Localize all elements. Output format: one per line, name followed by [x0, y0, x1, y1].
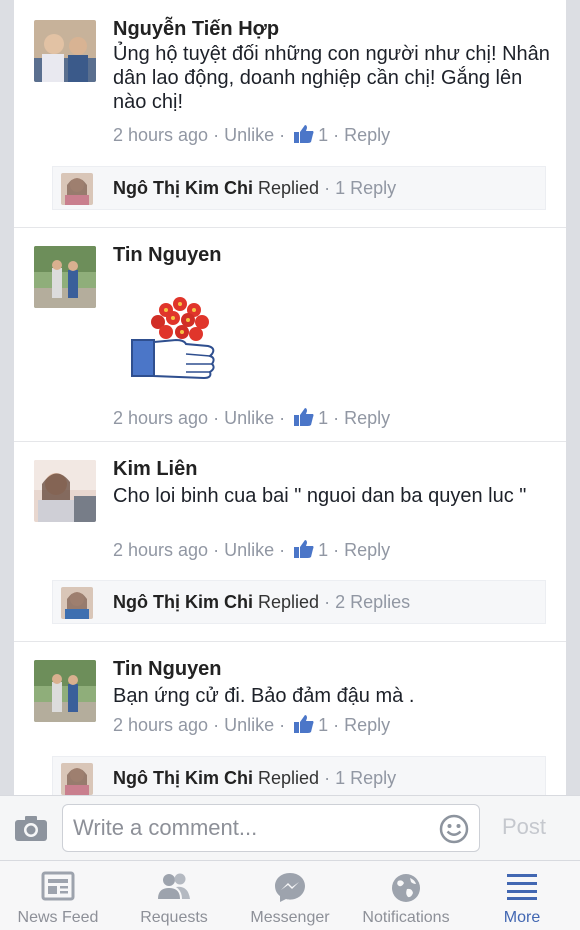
smiley-icon[interactable]: [439, 814, 469, 844]
comment-input[interactable]: [73, 813, 433, 843]
replies-summary: Ngô Thị Kim Chi Replied · 1 Reply: [113, 768, 397, 788]
right-gutter: [566, 0, 580, 795]
comment-input-box[interactable]: [62, 804, 480, 852]
like-count[interactable]: 1: [318, 540, 328, 560]
comment-time: 2 hours ago: [113, 125, 209, 145]
avatar: [61, 173, 93, 205]
reply-link[interactable]: Reply: [344, 125, 390, 145]
tab-notifications[interactable]: Notifications: [348, 861, 464, 930]
comment-text: Ủng hộ tuyệt đối những con người như chị…: [113, 43, 550, 113]
messenger-icon: [275, 873, 305, 902]
tab-label: News Feed: [17, 909, 99, 926]
replies-preview[interactable]: Ngô Thị Kim Chi Replied · 1 Reply: [52, 166, 546, 210]
thumbs-up-icon: [294, 408, 314, 426]
comment-item: Kim Liên Cho loi binh cua bai " nguoi da…: [14, 442, 566, 642]
menu-icon: [507, 874, 537, 900]
unlike-link[interactable]: Unlike: [224, 125, 274, 145]
tab-messenger[interactable]: Messenger: [232, 861, 348, 930]
comment-meta: 2 hours ago · Unlike · 1 · Reply: [113, 408, 391, 428]
unlike-link[interactable]: Unlike: [224, 715, 274, 735]
tab-news-feed[interactable]: News Feed: [0, 861, 116, 930]
comment-text: Cho loi binh cua bai " nguoi dan ba quye…: [113, 485, 527, 507]
tab-label: Messenger: [250, 909, 330, 926]
unlike-link[interactable]: Unlike: [224, 408, 274, 428]
comment-meta: 2 hours ago · Unlike · 1 · Reply: [113, 715, 391, 735]
replied-label: Replied: [258, 178, 320, 198]
tab-requests[interactable]: Requests: [116, 861, 232, 930]
replies-summary: Ngô Thị Kim Chi Replied · 1 Reply: [113, 178, 397, 198]
reply-count[interactable]: 1 Reply: [335, 178, 396, 198]
unlike-link[interactable]: Unlike: [224, 540, 274, 560]
like-count[interactable]: 1: [318, 408, 328, 428]
comment-author[interactable]: Tin Nguyen: [113, 658, 222, 681]
replied-label: Replied: [258, 768, 320, 788]
comment-composer: Post: [0, 795, 580, 860]
reply-link[interactable]: Reply: [344, 715, 390, 735]
reply-count[interactable]: 1 Reply: [335, 768, 396, 788]
avatar: [61, 763, 93, 795]
avatar[interactable]: [34, 660, 96, 722]
comment-text: Bạn ứng cử đi. Bảo đảm đậu mà .: [113, 685, 415, 707]
reply-author[interactable]: Ngô Thị Kim Chi: [113, 178, 253, 198]
thumbs-up-icon: [294, 715, 314, 733]
comment-author[interactable]: Tin Nguyen: [113, 244, 222, 267]
bottom-tab-bar: News Feed Requests Messenger Notificatio…: [0, 860, 580, 930]
comment-list[interactable]: Nguyễn Tiến Hợp Ủng hộ tuyệt đối những c…: [14, 0, 566, 795]
flower-like-sticker: [131, 297, 215, 380]
globe-icon: [392, 874, 420, 902]
comment-author[interactable]: Nguyễn Tiến Hợp: [113, 18, 279, 41]
news-feed-icon: [41, 871, 75, 901]
tab-label: Notifications: [362, 909, 450, 926]
avatar[interactable]: [34, 20, 96, 82]
avatar[interactable]: [34, 460, 96, 522]
thumbs-up-icon: [294, 125, 314, 143]
comment-item: Tin Nguyen Bạn ứng cử đi. Bảo đảm đậu mà…: [14, 642, 566, 795]
tab-label: More: [503, 909, 541, 926]
reply-link[interactable]: Reply: [344, 540, 390, 560]
avatar[interactable]: [34, 246, 96, 308]
comment-time: 2 hours ago: [113, 715, 209, 735]
comment-meta: 2 hours ago · Unlike · 1 · Reply: [113, 125, 391, 145]
tab-label: Requests: [140, 909, 208, 926]
comments-page: Nguyễn Tiến Hợp Ủng hộ tuyệt đối những c…: [0, 0, 580, 930]
camera-icon[interactable]: [14, 814, 48, 842]
friend-requests-icon: [158, 873, 190, 899]
replied-label: Replied: [258, 592, 320, 612]
post-button[interactable]: Post: [502, 814, 546, 840]
like-count[interactable]: 1: [318, 715, 328, 735]
comment-time: 2 hours ago: [113, 408, 209, 428]
comment-item: Tin Nguyen 2 hours ago · Unlike · 1 · Re…: [14, 228, 566, 442]
thumbs-up-icon: [294, 540, 314, 558]
replies-preview[interactable]: Ngô Thị Kim Chi Replied · 2 Replies: [52, 580, 546, 624]
reply-count[interactable]: 2 Replies: [335, 592, 410, 612]
left-gutter: [0, 0, 14, 795]
comment-item: Nguyễn Tiến Hợp Ủng hộ tuyệt đối những c…: [14, 0, 566, 228]
comment-meta: 2 hours ago · Unlike · 1 · Reply: [113, 540, 391, 560]
replies-summary: Ngô Thị Kim Chi Replied · 2 Replies: [113, 592, 411, 612]
like-count[interactable]: 1: [318, 125, 328, 145]
comment-time: 2 hours ago: [113, 540, 209, 560]
reply-author[interactable]: Ngô Thị Kim Chi: [113, 768, 253, 788]
reply-author[interactable]: Ngô Thị Kim Chi: [113, 592, 253, 612]
comment-author[interactable]: Kim Liên: [113, 458, 197, 481]
tab-more[interactable]: More: [464, 861, 580, 930]
avatar: [61, 587, 93, 619]
reply-link[interactable]: Reply: [344, 408, 390, 428]
replies-preview[interactable]: Ngô Thị Kim Chi Replied · 1 Reply: [52, 756, 546, 795]
